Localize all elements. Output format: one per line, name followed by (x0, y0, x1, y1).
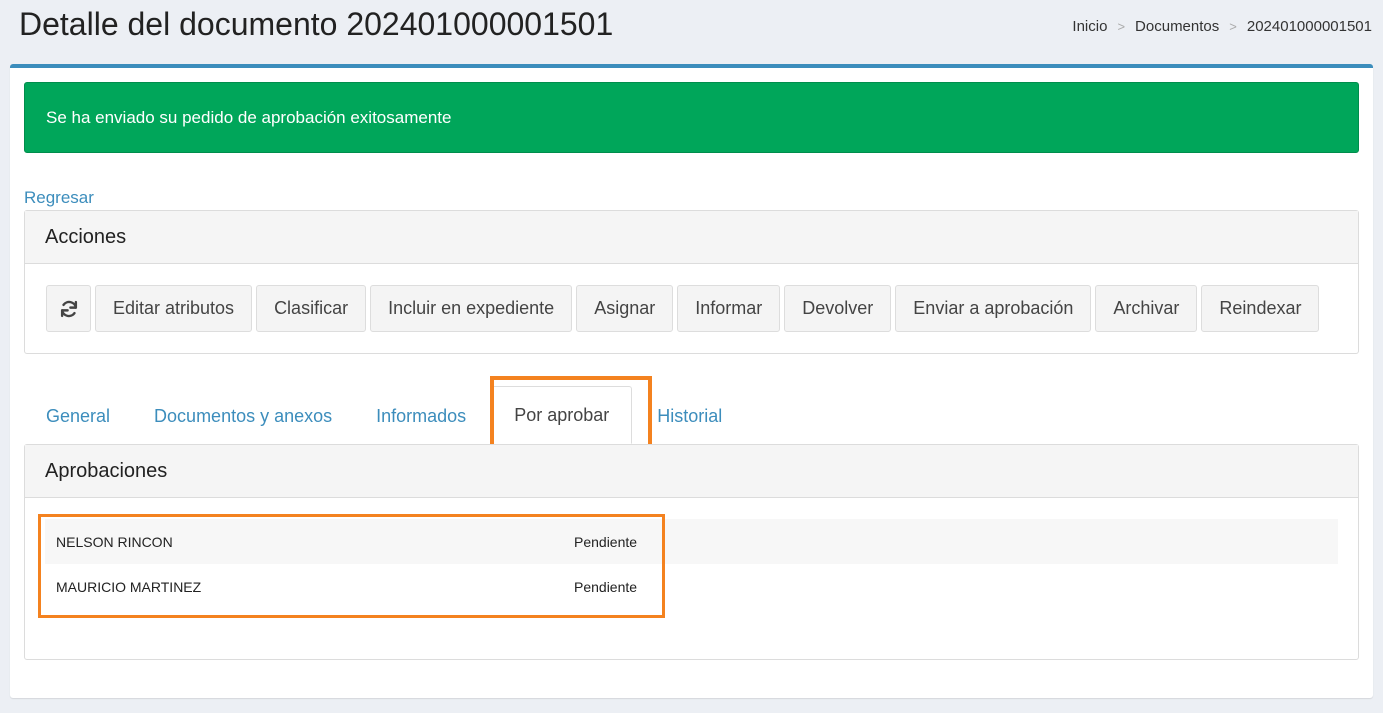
back-link[interactable]: Regresar (24, 188, 94, 208)
actions-panel: Acciones Editar atributos Clasificar Inc… (24, 210, 1359, 354)
document-tabs: General Documentos y anexos Informados P… (24, 378, 1359, 444)
classify-button[interactable]: Clasificar (256, 285, 367, 332)
page-title: Detalle del documento 202401000001501 (19, 6, 614, 42)
alert-message: Se ha enviado su pedido de aprobación ex… (46, 107, 452, 127)
send-to-approval-button[interactable]: Enviar a aprobación (895, 285, 1092, 332)
breadcrumb-separator: > (1229, 19, 1237, 34)
page-header: Detalle del documento 202401000001501 In… (0, 0, 1383, 64)
success-alert: Se ha enviado su pedido de aprobación ex… (24, 82, 1359, 153)
tab-informed[interactable]: Informados (354, 388, 488, 444)
tab-pending-approval[interactable]: Por aprobar (491, 386, 633, 444)
actions-panel-title: Acciones (25, 211, 1358, 264)
actions-toolbar: Editar atributos Clasificar Incluir en e… (46, 285, 1320, 332)
breadcrumb-documentos[interactable]: Documentos (1135, 18, 1219, 35)
reindex-button[interactable]: Reindexar (1201, 285, 1320, 332)
tab-history[interactable]: Historial (635, 388, 744, 444)
approval-status: Pendiente (574, 578, 638, 595)
archive-button[interactable]: Archivar (1095, 285, 1198, 332)
breadcrumb-separator: > (1117, 19, 1126, 34)
approver-name: NELSON RINCON (56, 533, 173, 550)
table-row: MAURICIO MARTINEZ Pendiente (45, 564, 1338, 609)
assign-button[interactable]: Asignar (576, 285, 674, 332)
refresh-icon (60, 300, 77, 317)
tab-documents-and-annexes[interactable]: Documentos y anexos (132, 388, 354, 444)
inform-button[interactable]: Informar (677, 285, 781, 332)
approver-name: MAURICIO MARTINEZ (56, 578, 202, 595)
approval-status: Pendiente (574, 533, 638, 550)
approvals-panel-title: Aprobaciones (25, 445, 1358, 498)
edit-attributes-button[interactable]: Editar atributos (95, 285, 253, 332)
breadcrumb: Inicio > Documentos > 202401000001501 (1072, 18, 1372, 35)
return-button[interactable]: Devolver (784, 285, 892, 332)
content-box: Se ha enviado su pedido de aprobación ex… (10, 64, 1373, 698)
refresh-button[interactable] (46, 285, 91, 332)
breadcrumb-inicio[interactable]: Inicio (1072, 18, 1107, 35)
include-in-file-button[interactable]: Incluir en expediente (370, 285, 573, 332)
breadcrumb-current: 202401000001501 (1246, 18, 1372, 35)
table-row: NELSON RINCON Pendiente (45, 519, 1338, 564)
approvals-panel: Aprobaciones NELSON RINCON Pendiente MAU… (24, 444, 1359, 660)
tab-general[interactable]: General (24, 388, 132, 444)
approvals-table: NELSON RINCON Pendiente MAURICIO MARTINE… (45, 519, 1338, 609)
